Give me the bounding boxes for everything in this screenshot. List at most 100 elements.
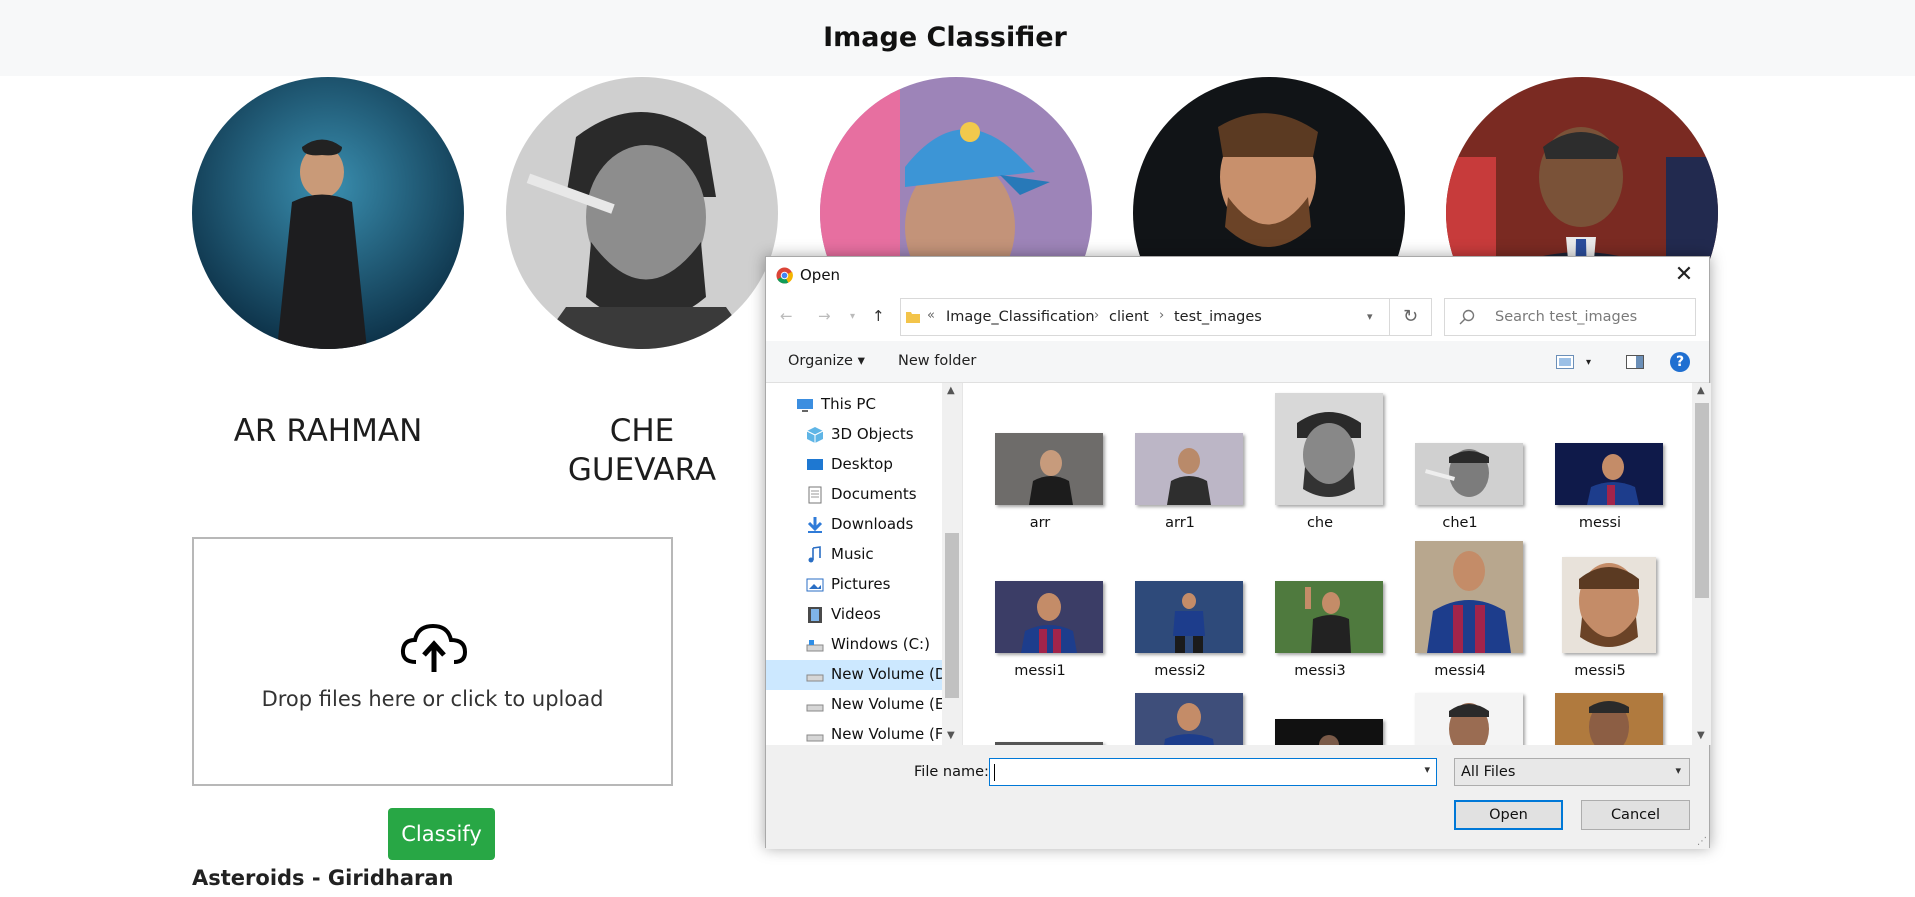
drive-icon [806, 640, 824, 652]
file-thumbnail [1275, 581, 1383, 653]
address-bar[interactable]: « Image_Classification › client › test_i… [900, 298, 1390, 336]
file-thumbnail [1562, 557, 1656, 653]
nav-item-new-volume-e[interactable]: New Volume (E:) [766, 690, 955, 720]
file-item[interactable]: messi1 [968, 541, 1103, 681]
dialog-title: Open [800, 266, 841, 284]
avatar-che-guevara [506, 77, 778, 349]
drive-icon [806, 704, 824, 712]
recent-chevron-icon[interactable]: ▾ [850, 311, 855, 322]
files-scrollbar[interactable]: ▲ ▼ [1692, 383, 1711, 745]
nav-item-videos[interactable]: Videos [766, 600, 942, 630]
nav-item-pictures[interactable]: Pictures [766, 570, 942, 600]
search-placeholder: Search test_images [1495, 309, 1638, 325]
file-item[interactable]: messi2 [1108, 541, 1243, 681]
breadcrumb-separator-icon: › [1094, 308, 1100, 323]
file-name-label: File name: [914, 764, 989, 780]
download-icon [807, 517, 823, 533]
search-icon [1459, 309, 1475, 325]
dialog-titlebar: Open ✕ [766, 257, 1709, 293]
file-item[interactable]: messi [1528, 393, 1663, 533]
music-icon [808, 546, 821, 563]
scroll-up-icon[interactable]: ▲ [1697, 385, 1705, 396]
file-item[interactable]: che [1248, 393, 1383, 533]
chrome-icon [776, 267, 793, 284]
file-type-select[interactable]: All Files ▾ [1454, 758, 1690, 786]
desktop-icon [807, 459, 823, 470]
file-thumbnail[interactable] [1275, 719, 1383, 745]
chevron-down-icon[interactable]: ▾ [1424, 763, 1430, 776]
computer-icon [797, 399, 813, 412]
file-name-input[interactable]: ▾ [989, 758, 1437, 786]
scroll-down-icon[interactable]: ▼ [947, 730, 955, 741]
scroll-thumb[interactable] [1695, 403, 1709, 598]
footer-credit: Asteroids - Giridharan [192, 866, 454, 890]
open-file-dialog: Open ✕ ← → ▾ ↑ « Image_Classification › … [765, 256, 1711, 849]
upload-dropzone[interactable]: Drop files here or click to upload [192, 537, 673, 786]
view-options-icon[interactable] [1556, 355, 1574, 369]
resize-grip-icon[interactable]: ⋰ [1697, 836, 1707, 847]
forward-arrow-icon[interactable]: → [818, 307, 831, 325]
cube-icon [806, 427, 824, 443]
page-title: Image Classifier [823, 22, 1067, 53]
dialog-toolbar: Organize ▾ New folder ▾ ? [766, 341, 1709, 383]
drive-icon [806, 734, 824, 742]
scroll-thumb[interactable] [945, 533, 959, 698]
breadcrumb-test-images[interactable]: test_images [1174, 309, 1262, 325]
celebrity-name-ar-rahman: AR RAHMAN [233, 413, 423, 449]
nav-item-documents[interactable]: Documents [766, 480, 942, 510]
chevron-down-icon: ▾ [1675, 764, 1681, 777]
close-icon[interactable]: ✕ [1669, 261, 1699, 289]
breadcrumb-client[interactable]: client [1109, 309, 1149, 325]
file-thumbnail[interactable] [1555, 693, 1663, 745]
text-caret [994, 764, 995, 781]
nav-item-music[interactable]: Music [766, 540, 942, 570]
preview-pane-icon[interactable] [1626, 355, 1644, 369]
file-thumbnail [995, 433, 1103, 505]
file-thumbnail [1275, 393, 1383, 505]
organize-menu[interactable]: Organize ▾ [788, 353, 865, 369]
file-list-pane: arr arr1 che che1 messi messi1 messi2 me… [962, 383, 1711, 745]
cancel-button[interactable]: Cancel [1581, 800, 1690, 830]
file-thumbnail [1415, 443, 1523, 505]
file-item[interactable]: messi5 [1528, 541, 1658, 681]
classify-button[interactable]: Classify [388, 808, 495, 860]
nav-scrollbar[interactable]: ▲ ▼ [942, 383, 962, 745]
nav-item-desktop[interactable]: Desktop [766, 450, 942, 480]
breadcrumb-overflow[interactable]: « [927, 308, 935, 323]
nav-item-windows-c[interactable]: Windows (C:) [766, 630, 942, 660]
drive-icon [806, 674, 824, 682]
file-thumbnail [1135, 581, 1243, 653]
scroll-down-icon[interactable]: ▼ [1697, 730, 1705, 741]
open-button[interactable]: Open [1454, 800, 1563, 830]
file-item[interactable]: messi4 [1388, 541, 1523, 681]
file-item[interactable]: arr1 [1108, 393, 1243, 533]
folder-icon [906, 312, 920, 323]
address-dropdown-icon[interactable]: ▾ [1367, 310, 1373, 323]
dialog-footer: File name: ▾ All Files ▾ Open Cancel ⋰ [766, 745, 1709, 849]
nav-item-new-volume-d[interactable]: New Volume (D:) [766, 660, 957, 690]
pictures-icon [806, 578, 824, 592]
new-folder-button[interactable]: New folder [898, 353, 976, 369]
cloud-upload-icon [400, 623, 468, 672]
refresh-icon[interactable]: ↻ [1390, 298, 1432, 336]
search-box[interactable]: Search test_images [1444, 298, 1696, 336]
up-arrow-icon[interactable]: ↑ [872, 307, 885, 325]
nav-item-downloads[interactable]: Downloads [766, 510, 942, 540]
navigation-pane: This PC 3D Objects Desktop Documents Dow… [766, 383, 962, 745]
avatar-ar-rahman [192, 77, 464, 349]
file-item[interactable]: arr [968, 393, 1103, 533]
help-icon[interactable]: ? [1670, 352, 1690, 372]
file-thumbnail[interactable] [1415, 693, 1523, 745]
file-item[interactable]: messi3 [1248, 541, 1383, 681]
celebrity-name-che-guevara: CHE GUEVARA [567, 413, 717, 488]
view-dropdown-icon[interactable]: ▾ [1586, 357, 1591, 368]
video-icon [808, 607, 822, 623]
back-arrow-icon[interactable]: ← [780, 307, 793, 325]
nav-item-3d-objects[interactable]: 3D Objects [766, 420, 942, 450]
nav-item-this-pc[interactable]: This PC [766, 390, 942, 420]
file-item[interactable]: che1 [1388, 393, 1523, 533]
scroll-up-icon[interactable]: ▲ [947, 385, 955, 396]
file-thumbnail[interactable] [1135, 693, 1243, 745]
breadcrumb-image-classification[interactable]: Image_Classification [946, 309, 1095, 325]
header-bar: Image Classifier [0, 0, 1915, 76]
